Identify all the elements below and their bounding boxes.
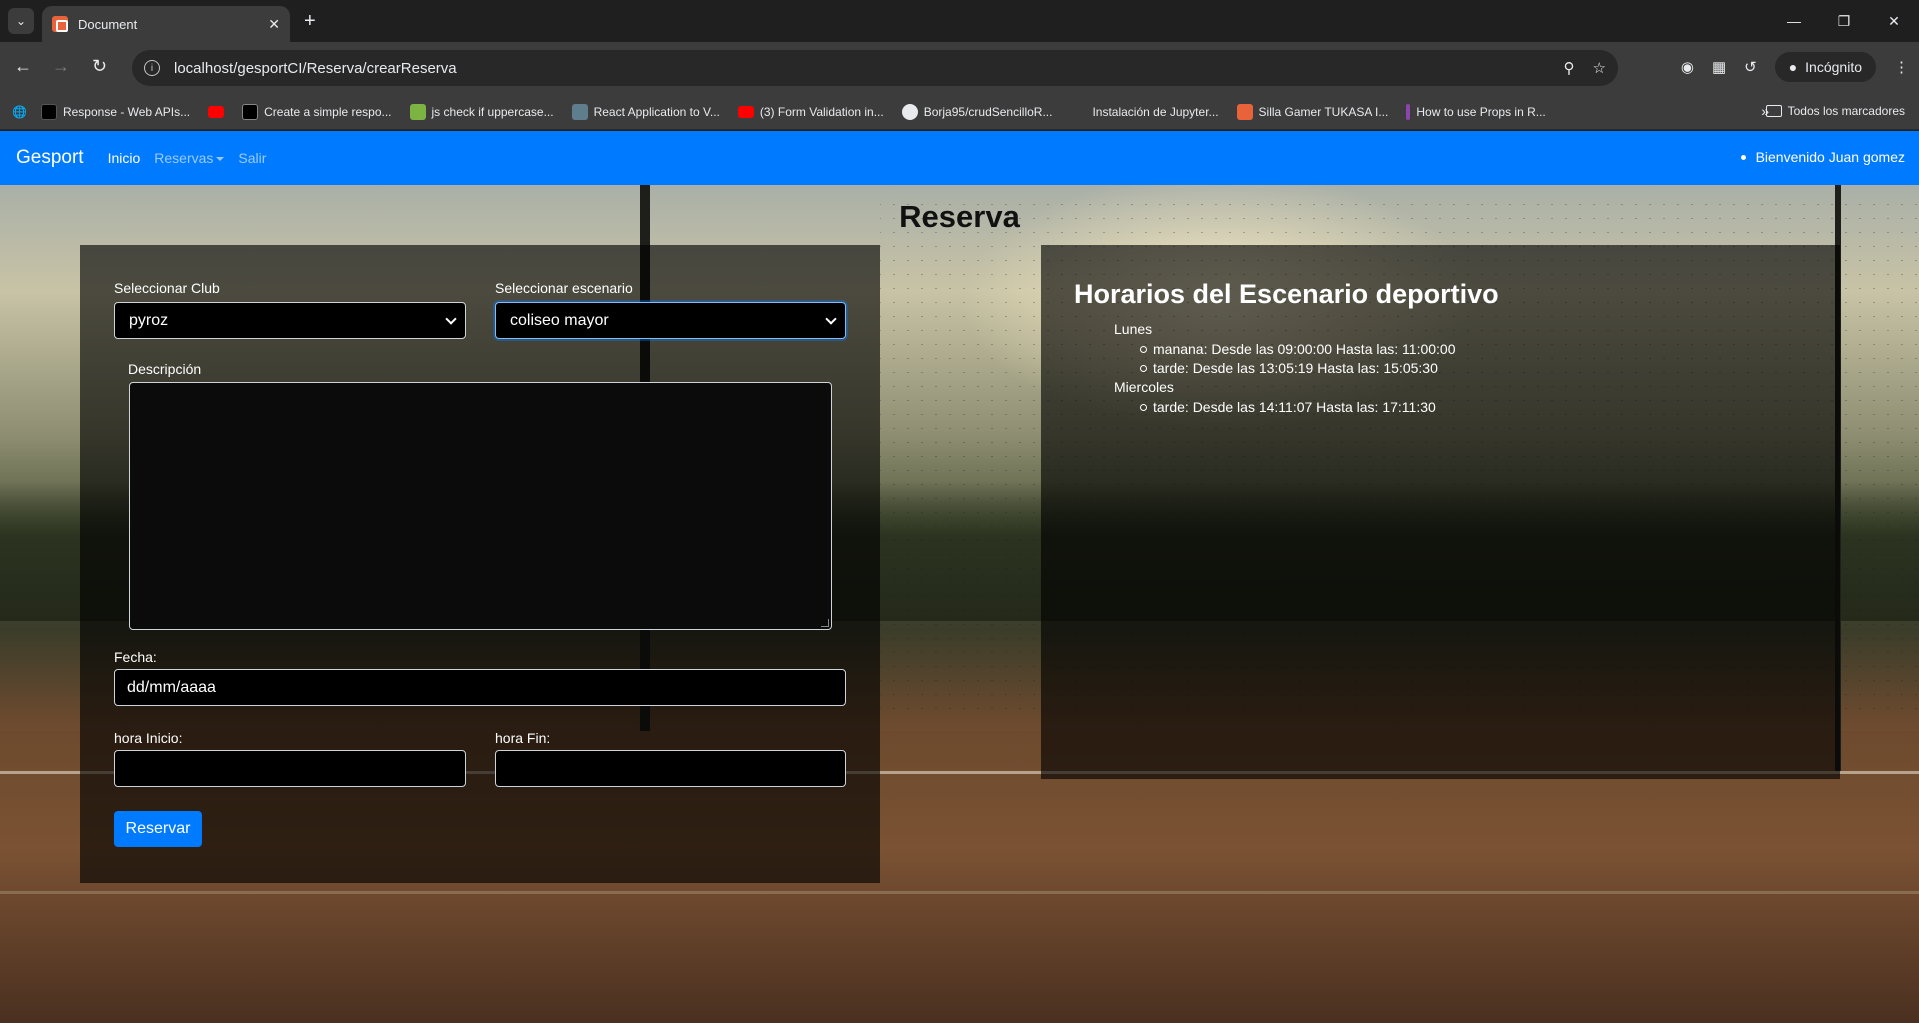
url-text[interactable]: localhost/gesportCI/Reserva/crearReserva: [174, 60, 1564, 77]
club-label: Seleccionar Club: [114, 280, 220, 296]
welcome-text: Bienvenido Juan gomez: [1755, 149, 1905, 165]
fecha-placeholder: dd/mm/aaaa: [127, 678, 216, 696]
reservation-form: Seleccionar Club pyroz Seleccionar escen…: [80, 245, 880, 883]
extensions-icon[interactable]: ▦: [1712, 58, 1726, 76]
schedule-slot: manana: Desde las 09:00:00 Hasta las: 11…: [1140, 341, 1456, 357]
background-court-line: [0, 891, 1919, 894]
hora-inicio-label: hora Inicio:: [114, 730, 183, 746]
bookmark-item[interactable]: (3) Form Validation in...: [737, 105, 884, 119]
schedule-panel: Horarios del Escenario deportivo Lunes m…: [1041, 245, 1840, 779]
escenario-select[interactable]: coliseo mayor: [495, 302, 846, 339]
camera-icon[interactable]: ◉: [1681, 58, 1694, 76]
folder-icon: [1765, 105, 1782, 117]
schedule-slot: tarde: Desde las 14:11:07 Hasta las: 17:…: [1140, 399, 1456, 415]
tab-search-button[interactable]: ⌄: [8, 8, 34, 34]
descripcion-textarea[interactable]: [129, 382, 832, 630]
schedule-day: Lunes: [1114, 321, 1153, 337]
chevron-down-icon: ⌄: [15, 14, 27, 28]
hora-inicio-input[interactable]: [114, 750, 466, 787]
bookmark-item[interactable]: How to use Props in R...: [1406, 103, 1546, 120]
nav-salir[interactable]: Salir: [238, 150, 266, 166]
escenario-select-value: coliseo mayor: [510, 311, 609, 329]
window-controls: — ❐ ✕: [1769, 0, 1919, 42]
club-select[interactable]: pyroz: [114, 302, 466, 339]
site-info-icon[interactable]: i: [144, 60, 160, 76]
forward-arrow-icon[interactable]: →: [52, 56, 70, 76]
bookmark-item[interactable]: [208, 105, 225, 118]
star-bookmark-icon[interactable]: ☆: [1593, 59, 1606, 77]
address-bar[interactable]: i localhost/gesportCI/Reserva/crearReser…: [132, 50, 1618, 86]
back-arrow-icon[interactable]: ←: [14, 56, 32, 76]
fecha-label: Fecha:: [114, 649, 157, 665]
youtube-icon: [737, 105, 754, 118]
chevron-down-icon: [445, 312, 457, 325]
browser-tab-strip: ⌄ Document ✕ + — ❐ ✕: [0, 0, 1919, 42]
youtube-icon: [208, 105, 225, 118]
bookmark-item[interactable]: Borja95/crudSencilloR...: [901, 103, 1052, 120]
schedule-title: Horarios del Escenario deportivo: [1074, 279, 1499, 309]
close-window-icon[interactable]: ✕: [1869, 0, 1919, 42]
menu-kebab-icon[interactable]: ⋮: [1894, 58, 1909, 76]
bookmark-item[interactable]: Silla Gamer TUKASA I...: [1236, 103, 1388, 120]
hora-fin-label: hora Fin:: [495, 730, 551, 746]
app-navbar: Gesport Inicio Reservas Salir Bienvenido…: [0, 131, 1919, 185]
bookmark-item[interactable]: js check if uppercase...: [409, 103, 554, 120]
welcome-message: Bienvenido Juan gomez: [1740, 149, 1905, 165]
close-icon[interactable]: ✕: [268, 16, 280, 33]
incognito-badge[interactable]: ● Incógnito: [1774, 52, 1876, 82]
bullet-icon: [1740, 154, 1746, 160]
globe-icon[interactable]: 🌐: [12, 105, 27, 119]
browser-tab[interactable]: Document ✕: [42, 6, 290, 42]
medium-icon: [242, 103, 259, 120]
browser-toolbar: ← → ↻ i localhost/gesportCI/Reserva/crea…: [0, 42, 1919, 94]
page-viewport: Gesport Inicio Reservas Salir Bienvenido…: [0, 131, 1919, 1023]
bookmark-item[interactable]: Create a simple respo...: [242, 103, 392, 120]
hora-fin-input[interactable]: [495, 750, 846, 787]
incognito-icon: ●: [1788, 59, 1798, 75]
tab-title: Document: [78, 16, 138, 32]
bookmark-item[interactable]: Instalación de Jupyter...: [1070, 104, 1218, 120]
brand-logo[interactable]: Gesport: [16, 147, 84, 169]
chevron-down-icon: [825, 312, 837, 325]
blank-icon: [1070, 104, 1086, 120]
zoom-icon[interactable]: ⚲: [1564, 59, 1575, 77]
k-icon: [1236, 103, 1253, 120]
club-select-value: pyroz: [129, 311, 169, 329]
incognito-label: Incógnito: [1805, 59, 1862, 75]
bookmark-item[interactable]: Response - Web APIs...: [40, 103, 190, 120]
github-icon: [901, 103, 918, 120]
fecha-input[interactable]: dd/mm/aaaa: [114, 669, 846, 706]
devto-icon: [1406, 103, 1411, 120]
schedule-list: Lunes manana: Desde las 09:00:00 Hasta l…: [1114, 321, 1456, 418]
escenario-label: Seleccionar escenario: [495, 280, 633, 296]
schedule-slots: tarde: Desde las 14:11:07 Hasta las: 17:…: [1140, 399, 1456, 415]
descripcion-label: Descripción: [128, 361, 202, 377]
nav-reservas-dropdown[interactable]: Reservas: [154, 150, 225, 166]
nav-reservas-label: Reservas: [154, 150, 214, 166]
reservar-button[interactable]: Reservar: [114, 811, 202, 847]
schedule-day: Miercoles: [1114, 379, 1174, 395]
all-bookmarks-button[interactable]: Todos los marcadores: [1765, 104, 1905, 118]
new-tab-button[interactable]: +: [304, 10, 316, 32]
schedule-slots: manana: Desde las 09:00:00 Hasta las: 11…: [1140, 341, 1456, 376]
resize-handle-icon[interactable]: [821, 619, 829, 627]
sync-icon[interactable]: ↺: [1744, 58, 1757, 76]
bookmark-item[interactable]: React Application to V...: [571, 103, 720, 120]
nav-inicio[interactable]: Inicio: [108, 150, 141, 166]
bookmarks-bar: 🌐 Response - Web APIs... Create a simple…: [0, 94, 1919, 130]
mdn-icon: [40, 103, 57, 120]
xampp-favicon-icon: [52, 16, 68, 32]
page-icon: [571, 103, 588, 120]
caret-down-icon: [216, 157, 225, 162]
grepper-icon: [409, 103, 426, 120]
page-title: Reserva: [899, 199, 1020, 234]
reload-icon[interactable]: ↻: [92, 56, 107, 76]
schedule-slot: tarde: Desde las 13:05:19 Hasta las: 15:…: [1140, 360, 1456, 376]
restore-icon[interactable]: ❐: [1819, 0, 1869, 42]
minimize-icon[interactable]: —: [1769, 0, 1819, 42]
